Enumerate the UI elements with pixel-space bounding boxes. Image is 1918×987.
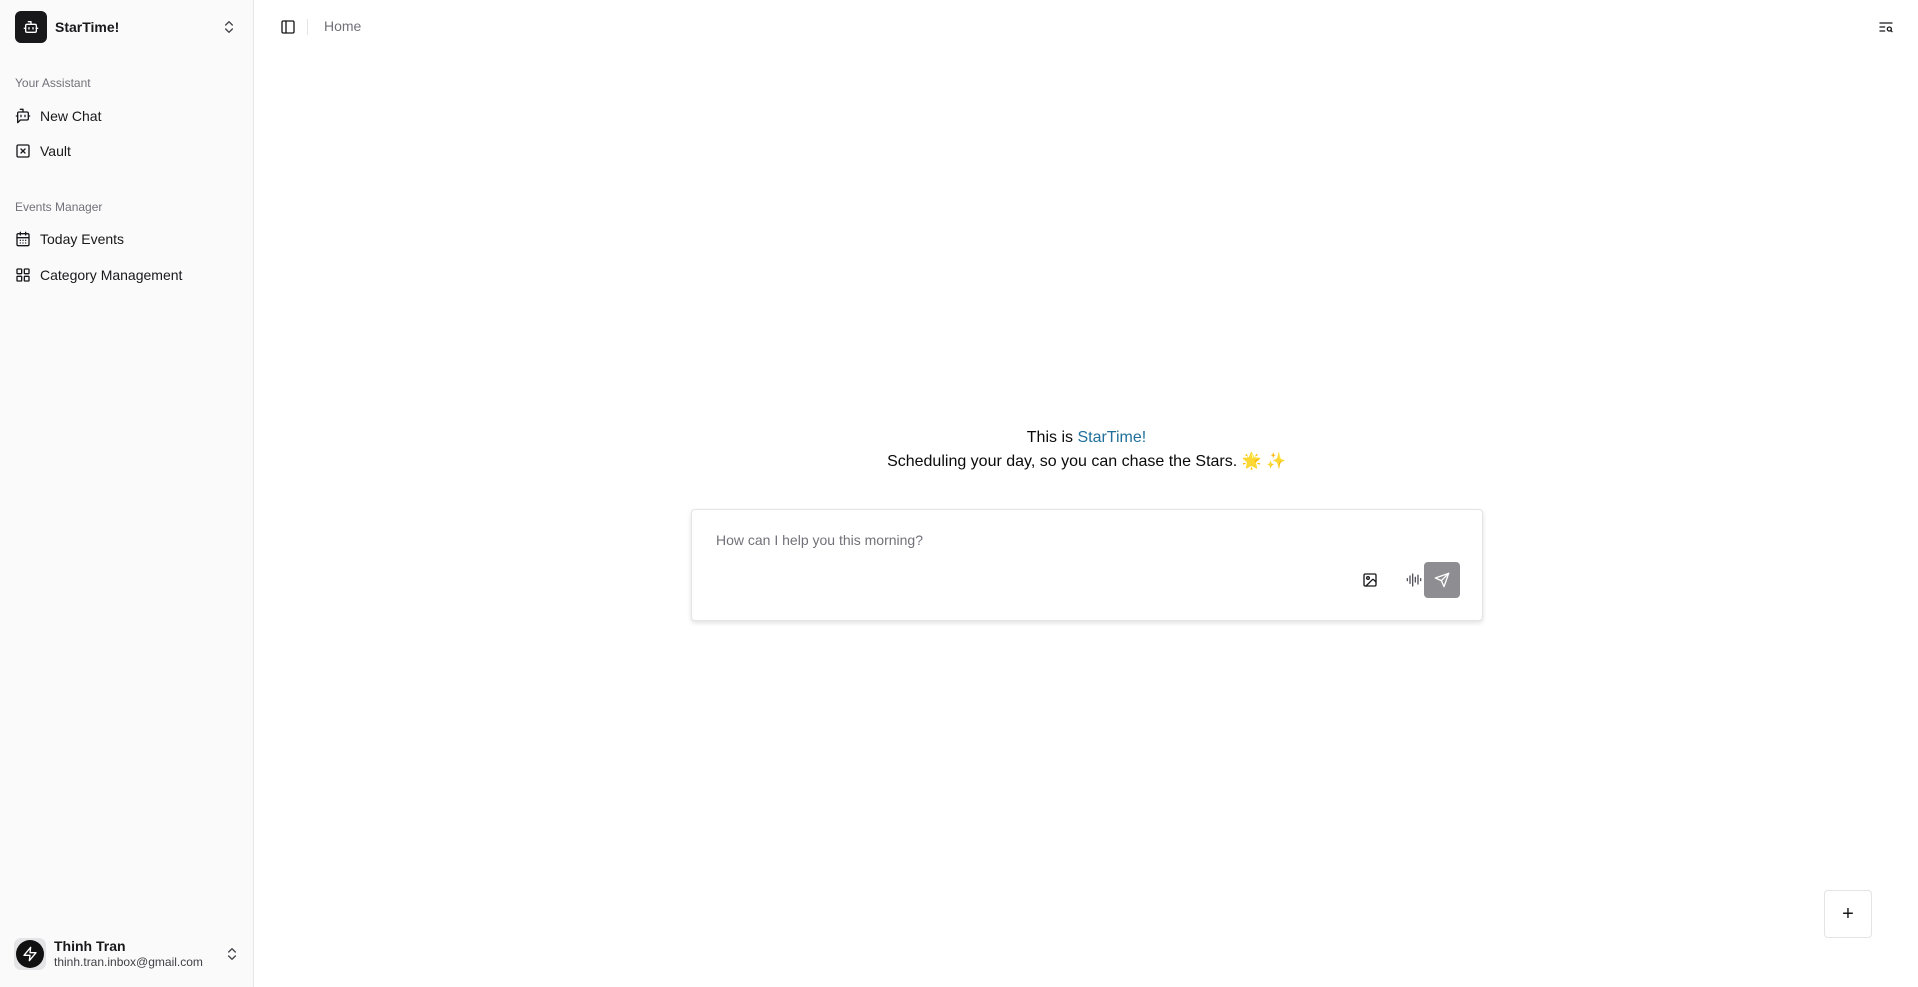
- panel-left-icon: [281, 20, 295, 34]
- zap-icon: [23, 946, 37, 962]
- chevrons-up-down-icon: [228, 948, 236, 960]
- group-label-events: Events Manager: [15, 200, 103, 214]
- welcome-tagline: Scheduling your day, so you can chase th…: [887, 453, 1286, 470]
- top-bar: Home: [255, 0, 1918, 54]
- welcome-line: This is StarTime!: [255, 426, 1918, 450]
- brand-name: StarTime!: [55, 19, 120, 35]
- bot-message-icon: [15, 108, 31, 124]
- chat-composer: [691, 509, 1483, 621]
- list-search-button[interactable]: [1876, 17, 1896, 37]
- welcome-message: This is StarTime! Scheduling your day, s…: [255, 426, 1918, 474]
- toggle-sidebar-button[interactable]: [276, 15, 300, 39]
- sidebar-item-label: Vault: [40, 143, 71, 159]
- send-icon: [1434, 572, 1450, 588]
- breadcrumb[interactable]: Home: [324, 18, 361, 34]
- add-button[interactable]: +: [1824, 890, 1872, 938]
- avatar: [14, 938, 46, 970]
- user-name: Thinh Tran: [54, 938, 126, 955]
- group-label-assistant: Your Assistant: [15, 76, 91, 90]
- image-icon: [1363, 573, 1377, 587]
- divider: [307, 19, 308, 35]
- calendar-icon: [16, 231, 30, 247]
- sidebar: StarTime! Your Assistant New Chat Vault …: [0, 0, 254, 987]
- chevrons-up-down-icon: [225, 21, 233, 33]
- audio-lines-icon: [1406, 573, 1422, 587]
- grid-icon: [16, 268, 30, 282]
- chat-input[interactable]: [716, 532, 1416, 548]
- welcome-prefix: This is: [1026, 429, 1078, 446]
- sidebar-item-label: Today Events: [40, 231, 125, 247]
- bot-icon: [15, 11, 47, 43]
- list-search-icon: [1879, 22, 1893, 33]
- sidebar-item-label: Category Management: [40, 267, 183, 283]
- sidebar-item-category-management[interactable]: Category Management: [8, 259, 246, 291]
- sidebar-item-vault[interactable]: Vault: [8, 135, 246, 167]
- attach-image-button[interactable]: [1352, 562, 1388, 598]
- sidebar-item-label: New Chat: [40, 108, 102, 124]
- sidebar-item-new-chat[interactable]: New Chat: [8, 100, 246, 132]
- user-email: thinh.tran.inbox@gmail.com: [54, 955, 203, 970]
- workspace-switcher[interactable]: StarTime!: [15, 11, 237, 43]
- user-menu[interactable]: Thinh Tran thinh.tran.inbox@gmail.com: [14, 937, 240, 971]
- sidebar-item-today-events[interactable]: Today Events: [8, 223, 246, 255]
- send-button[interactable]: [1424, 562, 1460, 598]
- square-x-icon: [16, 144, 30, 158]
- welcome-brand: StarTime!: [1077, 429, 1147, 446]
